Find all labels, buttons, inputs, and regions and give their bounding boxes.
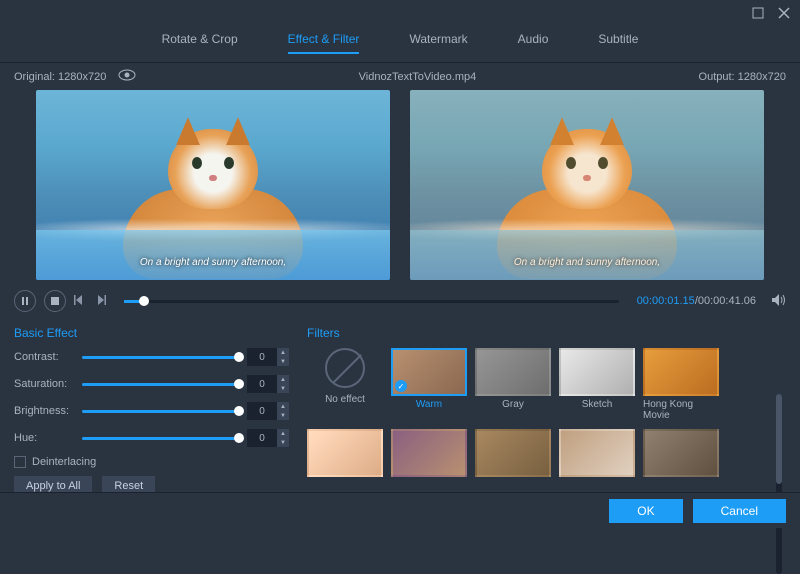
- output-label: Output:: [699, 71, 735, 83]
- time-current: 00:00:01.15: [637, 295, 695, 307]
- deinterlacing-checkbox[interactable]: [14, 456, 26, 468]
- tab-rotate-crop[interactable]: Rotate & Crop: [162, 32, 238, 54]
- filename: VidnozTextToVideo.mp4: [359, 71, 477, 83]
- cancel-button[interactable]: Cancel: [693, 499, 786, 523]
- minimize-icon[interactable]: [752, 7, 764, 22]
- volume-icon[interactable]: [772, 294, 786, 309]
- stop-button[interactable]: [44, 290, 66, 312]
- filter-no-effect[interactable]: No effect: [307, 348, 383, 421]
- eye-icon[interactable]: [118, 69, 136, 84]
- tab-subtitle[interactable]: Subtitle: [598, 32, 638, 54]
- ok-button[interactable]: OK: [609, 499, 682, 523]
- output-resolution: 1280x720: [738, 71, 786, 83]
- deinterlacing-label: Deinterlacing: [32, 456, 96, 468]
- filter-gray[interactable]: Gray: [475, 348, 551, 421]
- time-total: 00:00:41.06: [698, 295, 756, 307]
- saturation-spinner[interactable]: 0▲▼: [247, 375, 289, 393]
- brightness-label: Brightness:: [14, 405, 74, 417]
- brightness-spinner[interactable]: 0▲▼: [247, 402, 289, 420]
- tab-effect-filter[interactable]: Effect & Filter: [288, 32, 360, 54]
- tab-audio[interactable]: Audio: [518, 32, 549, 54]
- filter-sketch[interactable]: Sketch: [559, 348, 635, 421]
- tab-watermark[interactable]: Watermark: [409, 32, 467, 54]
- original-label: Original:: [14, 71, 55, 83]
- preview-caption: On a bright and sunny afternoon,: [36, 257, 390, 268]
- original-preview: On a bright and sunny afternoon,: [36, 90, 390, 280]
- saturation-label: Saturation:: [14, 378, 74, 390]
- filters-title: Filters: [307, 326, 772, 340]
- next-frame-icon[interactable]: [94, 295, 106, 308]
- hue-label: Hue:: [14, 432, 74, 444]
- preview-caption: On a bright and sunny afternoon,: [410, 257, 764, 268]
- output-preview: On a bright and sunny afternoon,: [410, 90, 764, 280]
- contrast-slider[interactable]: [82, 356, 239, 359]
- filters-scrollbar[interactable]: [776, 394, 782, 574]
- hue-slider[interactable]: [82, 437, 239, 440]
- close-icon[interactable]: [778, 7, 790, 22]
- timeline-slider[interactable]: [124, 300, 619, 303]
- contrast-spinner[interactable]: 0▲▼: [247, 348, 289, 366]
- brightness-slider[interactable]: [82, 410, 239, 413]
- filter-warm[interactable]: ✓Warm: [391, 348, 467, 421]
- filter-extra-5[interactable]: [643, 429, 719, 491]
- filter-hong-kong-movie[interactable]: Hong Kong Movie: [643, 348, 719, 421]
- filter-extra-4[interactable]: [559, 429, 635, 491]
- filter-extra-3[interactable]: [475, 429, 551, 491]
- filter-extra-1[interactable]: [307, 429, 383, 491]
- basic-effect-title: Basic Effect: [14, 326, 289, 340]
- contrast-label: Contrast:: [14, 351, 74, 363]
- prev-frame-icon[interactable]: [74, 295, 86, 308]
- pause-button[interactable]: [14, 290, 36, 312]
- filter-extra-2[interactable]: [391, 429, 467, 491]
- original-resolution: 1280x720: [58, 71, 106, 83]
- hue-spinner[interactable]: 0▲▼: [247, 429, 289, 447]
- saturation-slider[interactable]: [82, 383, 239, 386]
